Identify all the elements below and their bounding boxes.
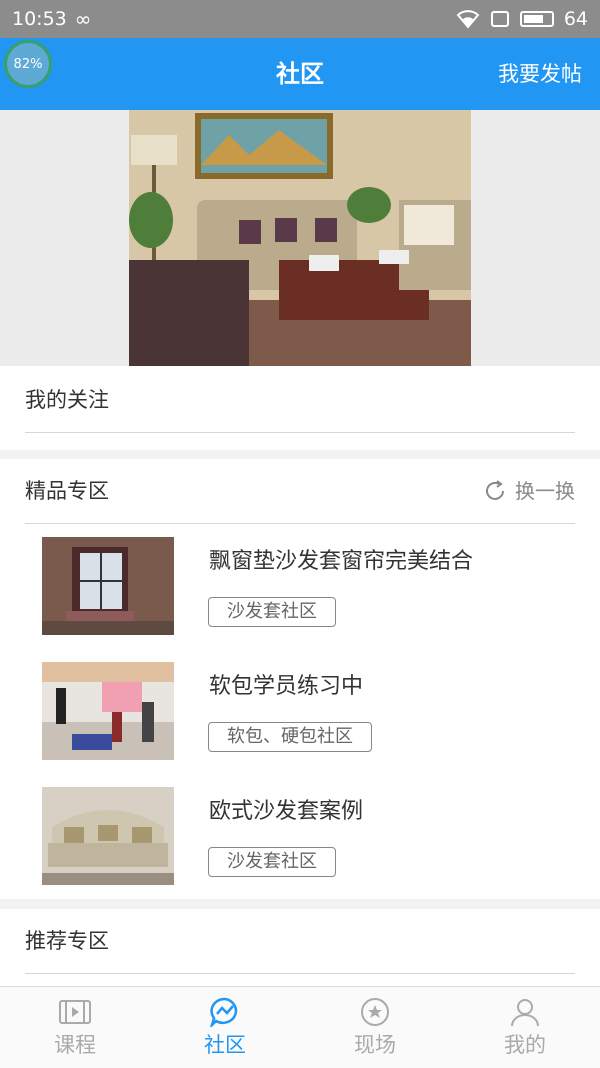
- list-item[interactable]: 软包学员练习中 软包、硬包社区: [42, 662, 562, 762]
- featured-title: 精品专区: [25, 479, 109, 503]
- person-icon: [511, 999, 539, 1027]
- tab-mine[interactable]: 我的: [450, 987, 600, 1068]
- floating-speed-badge[interactable]: 82%: [4, 40, 52, 88]
- bottom-tab-bar: 课程 社区 现场 我的: [0, 986, 600, 1068]
- recommend-title: 推荐专区: [25, 929, 109, 953]
- recommend-header[interactable]: 推荐专区: [25, 909, 575, 974]
- community-chat-icon: [210, 997, 238, 1027]
- status-time: 10:53: [12, 8, 67, 30]
- featured-section: 精品专区 换一换 飘窗垫沙发套窗帘完美结合 沙发套社区 软包学员练习中 软包、硬…: [0, 459, 600, 899]
- tab-courses[interactable]: 课程: [0, 987, 150, 1068]
- refresh-label: 换一换: [515, 479, 575, 503]
- tab-community[interactable]: 社区: [150, 987, 300, 1068]
- tab-label: 现场: [354, 1033, 396, 1057]
- tab-label: 社区: [204, 1033, 246, 1057]
- new-post-button[interactable]: 我要发帖: [498, 38, 582, 110]
- my-follow-title: 我的关注: [25, 388, 109, 412]
- thumbnail-image: [42, 662, 174, 760]
- thumbnail-image: [42, 787, 174, 885]
- tab-label: 课程: [54, 1033, 96, 1057]
- banner[interactable]: [0, 110, 600, 366]
- screen-rotate-icon: [490, 11, 509, 27]
- refresh-button[interactable]: 换一换: [483, 459, 575, 523]
- refresh-icon: [486, 480, 504, 500]
- thumbnail-image: [42, 537, 174, 635]
- wifi-icon: [456, 10, 480, 29]
- tab-scene[interactable]: 现场: [300, 987, 450, 1068]
- banner-image: [129, 110, 471, 366]
- item-title: 软包学员练习中: [209, 674, 364, 699]
- app-header: 社区 我要发帖: [0, 38, 600, 110]
- list-item[interactable]: 飘窗垫沙发套窗帘完美结合 沙发套社区: [42, 537, 562, 637]
- item-title: 欧式沙发套案例: [209, 799, 364, 824]
- community-tag[interactable]: 沙发套社区: [208, 847, 336, 877]
- my-follow-section: 我的关注: [0, 366, 600, 450]
- status-bar: 10:53 ∞ 64: [0, 0, 600, 38]
- community-tag[interactable]: 沙发套社区: [208, 597, 336, 627]
- featured-header: 精品专区 换一换: [25, 459, 575, 524]
- badge-percent: 82%: [13, 56, 43, 72]
- infinity-icon: ∞: [74, 7, 92, 31]
- tab-label: 我的: [504, 1033, 546, 1057]
- list-item[interactable]: 欧式沙发套案例 沙发套社区: [42, 787, 562, 887]
- battery-icon: [519, 11, 554, 27]
- item-title: 飘窗垫沙发套窗帘完美结合: [209, 549, 474, 574]
- film-icon: [59, 1000, 91, 1024]
- community-tag[interactable]: 软包、硬包社区: [208, 722, 372, 752]
- my-follow-header[interactable]: 我的关注: [25, 368, 575, 433]
- scene-icon: [361, 998, 389, 1026]
- battery-level: 64: [563, 8, 588, 30]
- recommend-section: 推荐专区: [0, 909, 600, 986]
